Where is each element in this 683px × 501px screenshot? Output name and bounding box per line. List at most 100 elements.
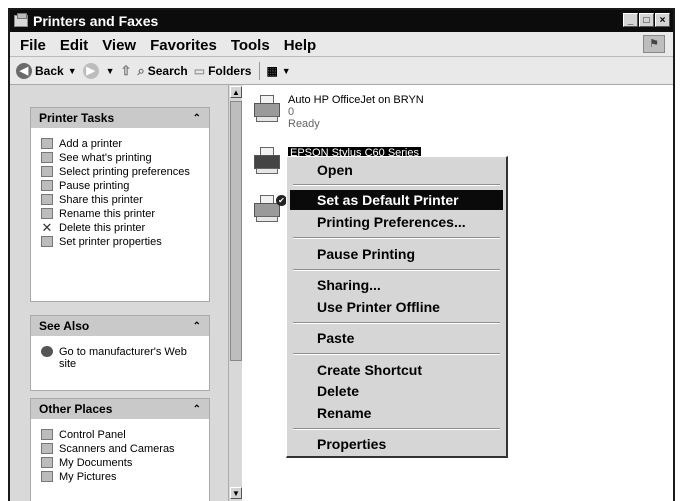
task-share-printer[interactable]: Share this printer bbox=[31, 192, 209, 206]
printer-doc-count: 0 bbox=[288, 106, 295, 118]
collapse-icon[interactable]: ⌃ bbox=[193, 404, 201, 415]
scroll-down-button[interactable]: ▼ bbox=[230, 487, 242, 499]
panel-title: Other Places bbox=[39, 402, 113, 416]
up-folder-button[interactable]: ⇧ bbox=[121, 63, 132, 79]
properties-icon bbox=[41, 236, 53, 247]
folder-icon bbox=[41, 457, 53, 468]
views-button[interactable]: ▦ ▼ bbox=[266, 64, 290, 78]
network-printer-icon bbox=[252, 95, 282, 123]
chevron-down-icon[interactable]: ▼ bbox=[282, 66, 291, 76]
scroll-up-button[interactable]: ▲ bbox=[230, 86, 242, 98]
queue-icon bbox=[41, 152, 53, 163]
printer-status: Ready bbox=[288, 118, 320, 130]
menu-item-use-offline[interactable]: Use Printer Offline bbox=[290, 297, 503, 317]
menu-item-create-shortcut[interactable]: Create Shortcut bbox=[290, 360, 503, 380]
close-button[interactable]: × bbox=[655, 13, 670, 27]
task-label: Pause printing bbox=[59, 180, 130, 192]
add-printer-icon bbox=[41, 138, 53, 149]
printer-icon bbox=[252, 147, 282, 175]
task-pane-scrollbar[interactable]: ▲ ▼ bbox=[228, 85, 243, 501]
chevron-down-icon[interactable]: ▼ bbox=[106, 66, 115, 76]
collapse-icon[interactable]: ⌃ bbox=[193, 113, 201, 124]
task-label: Go to manufacturer's Web site bbox=[59, 346, 187, 370]
task-label: Rename this printer bbox=[59, 208, 155, 220]
menu-item-pause-printing[interactable]: Pause Printing bbox=[290, 244, 503, 264]
collapse-icon[interactable]: ⌃ bbox=[193, 321, 201, 332]
task-label: Select printing preferences bbox=[59, 166, 190, 178]
title-bar[interactable]: Printers and Faxes _ □ × bbox=[10, 10, 673, 32]
printer-name: Auto HP OfficeJet on BRYN bbox=[288, 94, 424, 106]
task-label: Add a printer bbox=[59, 138, 122, 150]
printer-item[interactable] bbox=[252, 147, 282, 175]
menu-separator bbox=[293, 353, 500, 355]
menu-tools[interactable]: Tools bbox=[231, 37, 270, 54]
menu-help[interactable]: Help bbox=[284, 37, 317, 54]
task-delete-printer[interactable]: ✕ Delete this printer bbox=[31, 220, 209, 234]
task-label: Share this printer bbox=[59, 194, 143, 206]
folders-label: Folders bbox=[208, 64, 252, 78]
menu-item-open[interactable]: Open bbox=[290, 160, 503, 180]
windows-logo-icon: ⚑ bbox=[643, 35, 665, 53]
menu-edit[interactable]: Edit bbox=[60, 37, 88, 54]
search-label: Search bbox=[147, 64, 188, 78]
place-scanners-cameras[interactable]: Scanners and Cameras bbox=[31, 441, 209, 455]
place-label: Scanners and Cameras bbox=[59, 443, 175, 455]
menu-item-sharing[interactable]: Sharing... bbox=[290, 275, 503, 295]
back-arrow-icon: ◀ bbox=[16, 63, 32, 79]
folders-icon: ▭ bbox=[193, 64, 206, 78]
scanner-icon bbox=[41, 443, 53, 454]
forward-button[interactable]: ▶ ▼ bbox=[82, 63, 115, 79]
menu-separator bbox=[293, 322, 500, 324]
menu-separator bbox=[293, 428, 500, 430]
menu-item-delete[interactable]: Delete bbox=[290, 381, 503, 401]
task-label: Set printer properties bbox=[59, 236, 162, 248]
task-select-preferences[interactable]: Select printing preferences bbox=[31, 164, 209, 178]
menu-item-set-default[interactable]: Set as Default Printer bbox=[290, 190, 503, 210]
menu-item-printing-preferences[interactable]: Printing Preferences... bbox=[290, 212, 503, 232]
search-icon: ⌕ bbox=[137, 63, 145, 78]
toolbar: ◀ Back ▼ ▶ ▼ ⇧ ⌕ Search ▭ Folders ▦ ▼ bbox=[10, 58, 673, 85]
other-places-header[interactable]: Other Places ⌃ bbox=[31, 399, 209, 419]
printer-item[interactable] bbox=[252, 95, 282, 123]
task-add-printer[interactable]: Add a printer bbox=[31, 136, 209, 150]
maximize-button[interactable]: □ bbox=[639, 13, 654, 27]
place-control-panel[interactable]: Control Panel bbox=[31, 427, 209, 441]
see-also-header[interactable]: See Also ⌃ bbox=[31, 316, 209, 336]
minimize-button[interactable]: _ bbox=[623, 13, 638, 27]
place-label: My Pictures bbox=[59, 471, 117, 483]
menu-item-properties[interactable]: Properties bbox=[290, 434, 503, 454]
printer-tasks-header[interactable]: Printer Tasks ⌃ bbox=[31, 108, 209, 128]
printer-item[interactable]: ✔ bbox=[252, 195, 287, 223]
context-menu: Open Set as Default Printer Printing Pre… bbox=[286, 156, 508, 458]
task-pause-printing[interactable]: Pause printing bbox=[31, 178, 209, 192]
task-label: See what's printing bbox=[59, 152, 152, 164]
default-printer-icon: ✔ bbox=[252, 195, 287, 223]
place-label: My Documents bbox=[59, 457, 133, 469]
back-button[interactable]: ◀ Back ▼ bbox=[16, 63, 77, 79]
search-button[interactable]: ⌕ Search bbox=[137, 63, 187, 79]
pictures-folder-icon bbox=[41, 471, 53, 482]
rename-icon bbox=[41, 208, 53, 219]
menu-item-paste[interactable]: Paste bbox=[290, 328, 503, 348]
scroll-thumb[interactable] bbox=[230, 101, 242, 361]
task-rename-printer[interactable]: Rename this printer bbox=[31, 206, 209, 220]
printer-details[interactable]: Auto HP OfficeJet on BRYN 0 Ready bbox=[288, 94, 424, 130]
task-printer-properties[interactable]: Set printer properties bbox=[31, 234, 209, 248]
task-manufacturer-site[interactable]: Go to manufacturer's Web site bbox=[31, 344, 209, 370]
menu-file[interactable]: File bbox=[20, 37, 46, 54]
folders-button[interactable]: ▭ Folders bbox=[194, 64, 252, 78]
see-also-panel: See Also ⌃ Go to manufacturer's Web site bbox=[30, 315, 210, 391]
menu-view[interactable]: View bbox=[102, 37, 136, 54]
chevron-down-icon[interactable]: ▼ bbox=[68, 66, 77, 76]
menu-item-rename[interactable]: Rename bbox=[290, 403, 503, 423]
other-places-panel: Other Places ⌃ Control Panel Scanners an… bbox=[30, 398, 210, 501]
menu-favorites[interactable]: Favorites bbox=[150, 37, 217, 54]
place-label: Control Panel bbox=[59, 429, 126, 441]
task-see-printing[interactable]: See what's printing bbox=[31, 150, 209, 164]
views-icon: ▦ bbox=[266, 64, 278, 78]
share-icon bbox=[41, 194, 53, 205]
place-my-pictures[interactable]: My Pictures bbox=[31, 469, 209, 483]
place-my-documents[interactable]: My Documents bbox=[31, 455, 209, 469]
document-icon bbox=[41, 166, 53, 177]
globe-icon bbox=[41, 346, 53, 357]
